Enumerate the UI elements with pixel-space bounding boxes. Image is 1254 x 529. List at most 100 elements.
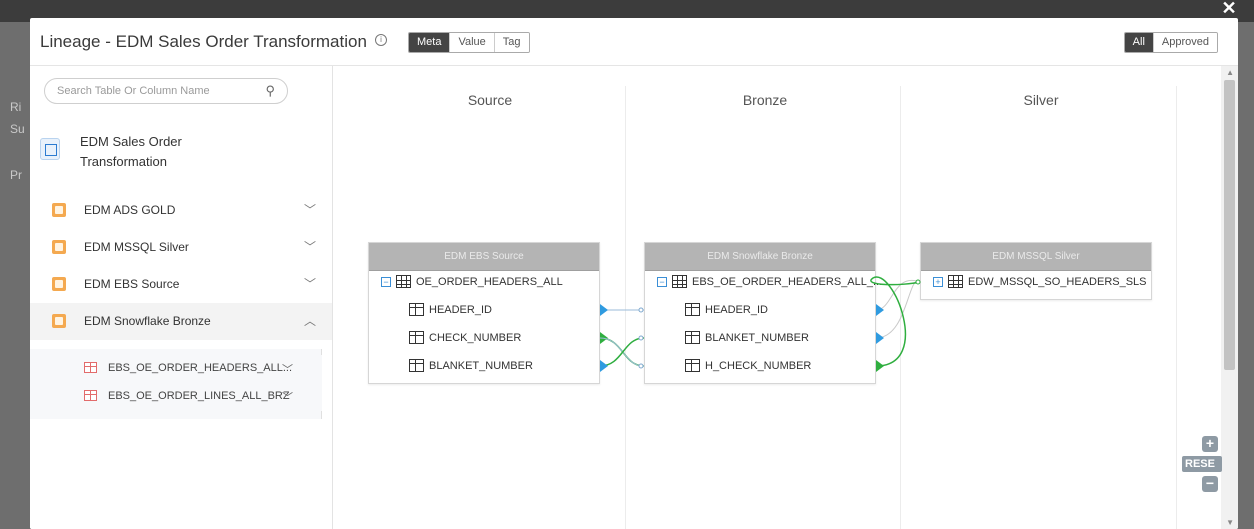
field-name: HEADER_ID — [429, 304, 492, 316]
search-placeholder: Search Table Or Column Name — [57, 85, 210, 97]
zoom-out-button[interactable]: − — [1202, 476, 1218, 492]
node-header: EDM EBS Source — [369, 243, 599, 271]
node-table-row[interactable]: − OE_ORDER_HEADERS_ALL — [369, 273, 599, 293]
datasource-icon — [52, 277, 66, 291]
table-grid-icon — [396, 275, 411, 288]
edge-line — [599, 337, 645, 367]
filter-all[interactable]: All — [1124, 33, 1153, 52]
datasource-label: EDM Snowflake Bronze — [84, 314, 211, 328]
edge-header-id — [600, 304, 644, 316]
edge-arrow — [600, 332, 608, 344]
node-header: EDM Snowflake Bronze — [645, 243, 875, 271]
background-text: Pr — [10, 168, 22, 182]
table-item-headers[interactable]: EBS_OE_ORDER_HEADERS_ALL... ﹀ — [30, 355, 322, 383]
chevron-down-icon[interactable]: ﹀ — [282, 389, 293, 405]
chevron-down-icon[interactable]: ﹀ — [304, 275, 316, 292]
lineage-modal: Lineage - EDM Sales Order Transformation… — [30, 18, 1238, 529]
close-icon[interactable]: ✕ — [1218, 0, 1240, 20]
search-icon[interactable]: ⚲ — [265, 83, 275, 99]
scrollbar-thumb[interactable] — [1224, 80, 1235, 370]
chevron-down-icon[interactable]: ﹀ — [304, 201, 316, 218]
column-icon — [685, 303, 700, 316]
search-input[interactable]: Search Table Or Column Name ⚲ — [44, 78, 288, 104]
expand-icon[interactable]: + — [933, 277, 943, 287]
tab-meta[interactable]: Meta — [409, 33, 450, 52]
table-label: EBS_OE_ORDER_LINES_ALL_BRZ — [108, 390, 290, 402]
root-process-item[interactable]: EDM Sales Order Transformation — [40, 128, 320, 174]
table-icon — [84, 390, 97, 401]
node-field-row[interactable]: HEADER_ID — [645, 301, 875, 321]
column-title-silver: Silver — [1023, 92, 1059, 108]
zoom-in-button[interactable]: + — [1202, 436, 1218, 452]
chevron-down-icon[interactable]: ﹀ — [282, 361, 293, 377]
edge-arrow — [600, 360, 608, 372]
table-icon — [84, 362, 97, 373]
modal-header: Lineage - EDM Sales Order Transformation… — [30, 18, 1238, 66]
column-divider — [1176, 86, 1177, 529]
node-table-name: EBS_OE_ORDER_HEADERS_ALL_... — [692, 276, 883, 288]
sidebar-item-edm-ebs-source[interactable]: EDM EBS Source ﹀ — [30, 266, 332, 303]
table-item-lines[interactable]: EBS_OE_ORDER_LINES_ALL_BRZ ﹀ — [30, 383, 322, 411]
lineage-node-source[interactable]: EDM EBS Source − OE_ORDER_HEADERS_ALL HE… — [368, 242, 600, 384]
sidebar-item-edm-snowflake-bronze[interactable]: EDM Snowflake Bronze ︿ — [30, 303, 332, 340]
chevron-down-icon[interactable]: ﹀ — [304, 238, 316, 255]
datasource-icon — [52, 240, 66, 254]
filter-tabs: All Approved — [1123, 32, 1218, 53]
edge-bronze-to-silver — [870, 276, 921, 372]
edge-arrow — [876, 360, 884, 372]
scroll-down-icon[interactable]: ▼ — [1226, 518, 1234, 527]
datasource-icon — [52, 203, 66, 217]
background-text: Su — [10, 122, 25, 136]
vertical-scrollbar[interactable]: ▲ ▼ — [1221, 66, 1238, 529]
column-divider — [625, 86, 626, 529]
edge-line — [599, 337, 645, 367]
modal-title: Lineage - EDM Sales Order Transformation — [40, 32, 367, 51]
column-icon — [685, 331, 700, 344]
edge-line — [875, 280, 921, 339]
sidebar-item-edm-mssql-silver[interactable]: EDM MSSQL Silver ﹀ — [30, 229, 332, 266]
node-field-row[interactable]: H_CHECK_NUMBER — [645, 357, 875, 377]
datasource-label: EDM MSSQL Silver — [84, 240, 189, 254]
edge-line — [599, 337, 645, 367]
node-field-row[interactable]: BLANKET_NUMBER — [369, 357, 599, 377]
lineage-node-bronze[interactable]: EDM Snowflake Bronze − EBS_OE_ORDER_HEAD… — [644, 242, 882, 384]
table-grid-icon — [948, 275, 963, 288]
root-process-label: EDM Sales Order Transformation — [80, 134, 182, 169]
node-field-row[interactable]: CHECK_NUMBER — [369, 329, 599, 349]
column-icon — [409, 303, 424, 316]
field-name: H_CHECK_NUMBER — [705, 360, 812, 372]
scroll-up-icon[interactable]: ▲ — [1226, 68, 1234, 77]
column-title-source: Source — [467, 92, 513, 108]
collapse-icon[interactable]: − — [657, 277, 667, 287]
filter-approved[interactable]: Approved — [1152, 33, 1217, 52]
node-header: EDM MSSQL Silver — [921, 243, 1151, 271]
edge-line — [870, 276, 921, 367]
chevron-up-icon[interactable]: ︿ — [304, 312, 316, 329]
collapse-icon[interactable]: − — [381, 277, 391, 287]
view-tabs: Meta Value Tag — [408, 32, 530, 53]
lineage-node-silver[interactable]: EDM MSSQL Silver + EDW_MSSQL_SO_HEADERS_… — [920, 242, 1152, 300]
reset-button[interactable]: RESE — [1182, 456, 1222, 472]
column-title-bronze: Bronze — [742, 92, 788, 108]
node-table-row[interactable]: − EBS_OE_ORDER_HEADERS_ALL_... — [645, 273, 882, 293]
node-field-row[interactable]: BLANKET_NUMBER — [645, 329, 875, 349]
edge-arrow — [876, 304, 884, 316]
node-table-row[interactable]: + EDW_MSSQL_SO_HEADERS_SLS — [921, 273, 1151, 293]
background-left-panel: Ri Su Pr — [0, 22, 30, 529]
table-list: EBS_OE_ORDER_HEADERS_ALL... ﹀ EBS_OE_ORD… — [30, 349, 322, 419]
column-divider — [900, 86, 901, 529]
info-icon[interactable]: i — [375, 34, 387, 46]
column-icon — [409, 359, 424, 372]
edge-line — [599, 337, 645, 367]
sidebar-item-edm-ads-gold[interactable]: EDM ADS GOLD ﹀ — [30, 192, 332, 229]
edge-line — [875, 279, 921, 311]
tab-tag[interactable]: Tag — [493, 33, 529, 52]
field-name: BLANKET_NUMBER — [705, 332, 809, 344]
datasource-icon — [52, 314, 66, 328]
tab-value[interactable]: Value — [449, 33, 494, 52]
node-table-name: OE_ORDER_HEADERS_ALL — [416, 276, 563, 288]
lineage-canvas[interactable]: Source Bronze Silver EDM EBS Source − OE… — [333, 66, 1221, 529]
edge-arrow — [600, 304, 608, 316]
node-field-row[interactable]: HEADER_ID — [369, 301, 599, 321]
node-table-name: EDW_MSSQL_SO_HEADERS_SLS — [968, 276, 1147, 288]
